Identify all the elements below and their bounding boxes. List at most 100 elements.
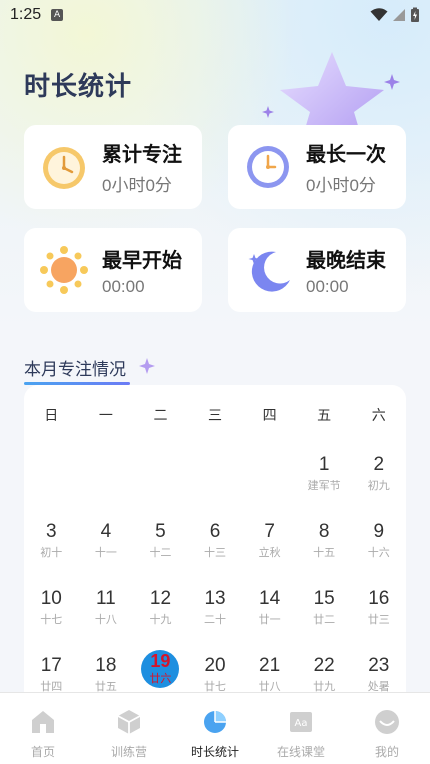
calendar-day[interactable]: 8 十五 (297, 510, 352, 577)
signal-icon (393, 9, 405, 21)
calendar-day[interactable]: 5 十二 (133, 510, 188, 577)
stat-title: 最早开始 (102, 249, 182, 272)
day-number: 1 (318, 454, 330, 475)
calendar-week-row: 10 十七 11 十八 12 十九 13 二十 14 廿一 15 廿二 16 廿三 (24, 577, 406, 644)
lunar-date: 二十 (204, 612, 227, 626)
sun-icon (40, 246, 88, 294)
calendar-day[interactable]: 14 廿一 (242, 577, 297, 644)
stat-value: 0小时0分 (306, 176, 376, 195)
calendar-day[interactable]: 4 十一 (79, 510, 134, 577)
classroom-icon: Aa (290, 712, 312, 732)
status-bar: 1:25 A (0, 0, 430, 30)
stat-card-latest[interactable]: 最晚结束 00:00 (228, 228, 406, 312)
lunar-date: 十八 (94, 612, 117, 626)
lunar-date: 廿六 (149, 672, 172, 686)
day-number: 7 (264, 521, 275, 542)
day-number: 8 (318, 521, 330, 542)
calendar-day[interactable]: 7 立秋 (242, 510, 297, 577)
day-number: 16 (368, 588, 390, 609)
tab-label: 首页 (30, 745, 55, 759)
day-number: 3 (46, 521, 57, 542)
month-calendar: 日 一 二 三 四 五 六 1 建军节 2 初九 3 初十 4 十一 5 十二 6 十三 7 立秋 8 十五 9 十六 10 十七… (24, 385, 406, 705)
day-number: 10 (40, 588, 62, 609)
stat-card-total[interactable]: 累计专注 0小时0分 (24, 125, 202, 209)
day-number: 17 (40, 655, 62, 676)
day-number: 20 (204, 655, 226, 676)
section-title: 本月专注情况 (24, 355, 130, 385)
calendar-weeks: 1 建军节 2 初九 3 初十 4 十一 5 十二 6 十三 7 立秋 8 十五 9 十六 10 十七 11 十八 12 十九… (24, 443, 406, 705)
empty-day-cell (242, 443, 297, 510)
notification-a-icon: A (51, 9, 64, 21)
weekday-label: 一 (98, 407, 113, 423)
status-icons (370, 7, 420, 23)
lunar-date: 十五 (313, 545, 336, 559)
day-number: 19 (150, 650, 171, 671)
stat-card-longest[interactable]: 最长一次 0小时0分 (228, 125, 406, 209)
day-number: 6 (209, 521, 221, 542)
day-number: 4 (100, 521, 112, 542)
day-number: 14 (259, 588, 281, 609)
day-number: 2 (373, 454, 385, 475)
weekday-label: 六 (371, 407, 386, 423)
alarm-clock-icon (43, 147, 85, 189)
empty-day-cell (24, 443, 79, 510)
lunar-date: 廿三 (367, 612, 390, 626)
today-highlight: 19 廿六 (141, 650, 180, 688)
sparkle-icon (139, 358, 155, 374)
calendar-day[interactable]: 15 廿二 (297, 577, 352, 644)
lunar-date: 十九 (149, 612, 172, 626)
stat-title: 累计专注 (102, 144, 182, 166)
calendar-day[interactable]: 10 十七 (24, 577, 79, 644)
wifi-icon (370, 8, 388, 21)
battery-icon (411, 7, 419, 22)
day-number: 12 (149, 588, 172, 609)
day-number: 21 (259, 655, 281, 676)
calendar-day[interactable]: 13 二十 (188, 577, 243, 644)
lunar-date: 十七 (40, 612, 63, 626)
tab-training-camp[interactable]: 训练营 (86, 693, 172, 764)
lunar-date: 十一 (94, 545, 117, 559)
calendar-day[interactable]: 1 建军节 (297, 443, 352, 510)
tab-online-classroom[interactable]: Aa 在线课堂 (258, 693, 344, 764)
profile-icon (375, 710, 399, 734)
calendar-day[interactable]: 11 十八 (79, 577, 134, 644)
svg-text:Aa: Aa (295, 718, 308, 729)
lunar-date: 立秋 (258, 545, 281, 559)
home-icon (32, 711, 54, 733)
clock-icon (247, 146, 289, 188)
weekday-label: 四 (262, 407, 277, 423)
empty-day-cell (188, 443, 243, 510)
calendar-day[interactable]: 12 十九 (133, 577, 188, 644)
calendar-day[interactable]: 9 十六 (351, 510, 406, 577)
stat-card-earliest[interactable]: 最早开始 00:00 (24, 228, 202, 312)
tab-label: 我的 (374, 745, 399, 759)
empty-day-cell (79, 443, 134, 510)
lunar-date: 初十 (40, 545, 63, 559)
calendar-day[interactable]: 16 廿三 (351, 577, 406, 644)
weekday-label: 五 (317, 407, 332, 423)
stat-value: 00:00 (102, 276, 145, 296)
calendar-day[interactable]: 2 初九 (351, 443, 406, 510)
lunar-date: 初九 (367, 478, 390, 492)
section-title-text: 本月专注情况 (24, 360, 126, 379)
day-number: 5 (155, 521, 166, 542)
day-number: 9 (373, 521, 385, 542)
lunar-date: 廿一 (258, 612, 281, 626)
page-title: 时长统计 (24, 71, 133, 101)
tab-home[interactable]: 首页 (0, 693, 86, 764)
lunar-date: 十三 (204, 545, 227, 559)
weekday-label: 日 (44, 407, 59, 423)
day-number: 11 (96, 588, 116, 609)
calendar-day[interactable]: 3 初十 (24, 510, 79, 577)
stat-value: 0小时0分 (102, 176, 172, 195)
tab-duration-stats[interactable]: 时长统计 (172, 693, 258, 764)
tab-profile[interactable]: 我的 (344, 693, 430, 764)
stat-title: 最晚结束 (306, 249, 386, 272)
calendar-day[interactable]: 6 十三 (188, 510, 243, 577)
tab-label: 时长统计 (190, 745, 239, 759)
stat-title: 最长一次 (306, 144, 386, 166)
tab-label: 训练营 (110, 745, 147, 759)
day-number: 22 (313, 655, 335, 676)
lunar-date: 建军节 (307, 478, 341, 492)
day-number: 13 (204, 588, 226, 609)
